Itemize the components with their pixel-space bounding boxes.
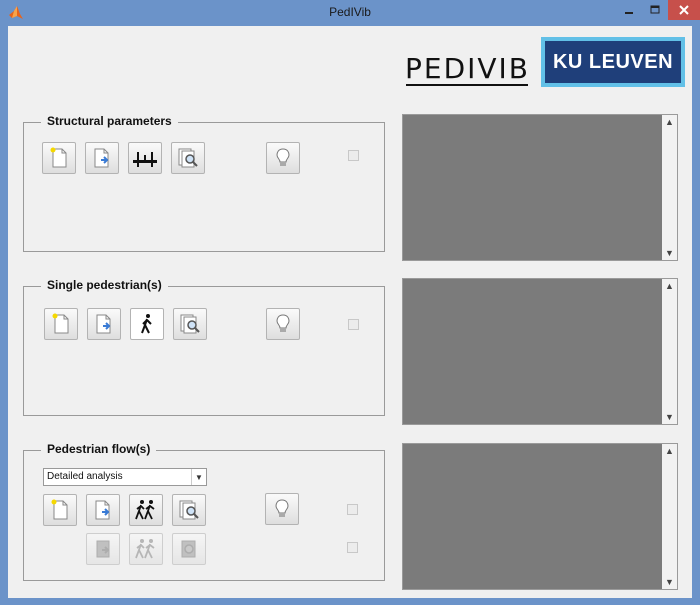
pedestrian-checkbox[interactable] [348, 319, 359, 330]
pedivib-logo: PEDIVIB [405, 52, 531, 85]
panel-title: Pedestrian flow(s) [41, 442, 157, 456]
vertical-scrollbar[interactable]: ▲ ▼ [662, 279, 677, 424]
chevron-down-icon[interactable]: ▼ [662, 410, 677, 424]
maximize-button[interactable] [642, 0, 668, 20]
lightbulb-icon [275, 313, 291, 335]
analysis-type-value: Detailed analysis [47, 471, 123, 482]
load-file-icon [93, 538, 113, 560]
load-file-icon [92, 147, 112, 169]
flow-model-secondary-button[interactable] [129, 533, 163, 565]
minimize-button[interactable] [616, 0, 642, 20]
preview-icon [178, 499, 200, 521]
view-flow-secondary-button[interactable] [172, 533, 206, 565]
view-structure-button[interactable] [171, 142, 205, 174]
chevron-up-icon[interactable]: ▲ [662, 279, 677, 293]
pedestrian-help-button[interactable] [266, 308, 300, 340]
analysis-type-select[interactable]: Detailed analysis ▼ [43, 468, 207, 486]
chevron-down-icon[interactable]: ▼ [662, 575, 677, 589]
bridge-icon [132, 148, 158, 168]
single-pedestrian-panel: Single pedestrian(s) [23, 278, 385, 416]
pedestrian-output-panel: ▲ ▼ [402, 278, 678, 425]
chevron-down-icon[interactable]: ▼ [662, 246, 677, 260]
chevron-up-icon[interactable]: ▲ [662, 444, 677, 458]
pedivib-logo-underline [406, 84, 528, 86]
new-flow-button[interactable] [43, 494, 77, 526]
preview-icon [177, 147, 199, 169]
view-flow-button[interactable] [172, 494, 206, 526]
ku-leuven-logo: KU LEUVEN [541, 37, 685, 87]
flow-checkbox[interactable] [347, 504, 358, 515]
load-file-icon [93, 499, 113, 521]
maximize-icon [650, 5, 660, 15]
structural-parameters-panel: Structural parameters [23, 114, 385, 252]
panel-title: Single pedestrian(s) [41, 278, 168, 292]
close-icon [679, 5, 689, 15]
crowd-icon [134, 499, 158, 521]
structural-output-panel: ▲ ▼ [402, 114, 678, 261]
lightbulb-icon [275, 147, 291, 169]
structural-checkbox[interactable] [348, 150, 359, 161]
chevron-down-icon: ▼ [191, 469, 206, 485]
close-button[interactable] [668, 0, 700, 20]
client-area: PEDIVIB KU LEUVEN Structural parameters [8, 26, 692, 598]
new-pedestrian-button[interactable] [44, 308, 78, 340]
load-flow-secondary-button[interactable] [86, 533, 120, 565]
load-file-icon [94, 313, 114, 335]
app-window: PedIVib PEDIVIB KU LEUVEN Structural par… [0, 0, 700, 605]
vertical-scrollbar[interactable]: ▲ ▼ [662, 444, 677, 589]
load-flow-button[interactable] [86, 494, 120, 526]
crowd-icon [134, 538, 158, 560]
new-file-icon [51, 313, 71, 335]
vertical-scrollbar[interactable]: ▲ ▼ [662, 115, 677, 260]
new-file-icon [50, 499, 70, 521]
structural-help-button[interactable] [266, 142, 300, 174]
flow-output-panel: ▲ ▼ [402, 443, 678, 590]
flow-help-button[interactable] [265, 493, 299, 525]
minimize-icon [624, 5, 634, 15]
new-file-icon [49, 147, 69, 169]
walking-person-icon [139, 313, 155, 335]
load-pedestrian-button[interactable] [87, 308, 121, 340]
window-title: PedIVib [329, 5, 371, 19]
flow-secondary-checkbox[interactable] [347, 542, 358, 553]
pedestrian-model-button[interactable] [130, 308, 164, 340]
preview-icon [178, 538, 200, 560]
panel-title: Structural parameters [41, 114, 178, 128]
view-pedestrian-button[interactable] [173, 308, 207, 340]
load-structure-button[interactable] [85, 142, 119, 174]
bridge-model-button[interactable] [128, 142, 162, 174]
flow-model-button[interactable] [129, 494, 163, 526]
lightbulb-icon [274, 498, 290, 520]
new-structure-button[interactable] [42, 142, 76, 174]
preview-icon [179, 313, 201, 335]
title-bar: PedIVib [0, 0, 700, 26]
chevron-up-icon[interactable]: ▲ [662, 115, 677, 129]
